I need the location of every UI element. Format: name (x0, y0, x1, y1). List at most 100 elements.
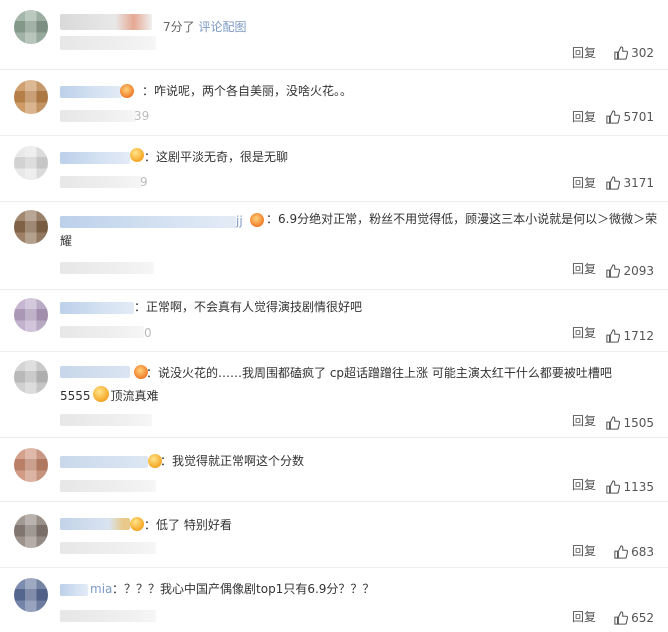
timestamp-blurred (60, 176, 142, 188)
comment-text: ：正常啊，不会真有人觉得演技剧情很好吧 (134, 300, 363, 314)
username-blurred (60, 86, 122, 98)
like-count: 1712 (623, 329, 654, 343)
comment-body: 5555 (60, 389, 91, 403)
comment-item: ：正常啊，不会真有人觉得演技剧情很好吧 0 回复 1712 (0, 290, 668, 352)
timestamp: 7分了 评论配图 (163, 20, 246, 34)
thumbs-up-icon (606, 110, 621, 124)
comment-body: 咋说呢，两个各自美丽，没啥火花。。 (154, 84, 353, 98)
comment-text-blurred (60, 36, 156, 50)
reply-button[interactable]: 回复 (572, 544, 596, 558)
comment-body: 我觉得就正常啊这个分数 (172, 454, 305, 468)
comment-body: 低了 特别好看 (156, 518, 232, 532)
avatar[interactable] (14, 210, 48, 244)
avatar[interactable] (14, 360, 48, 394)
comment-body: 这剧平淡无奇，很是无聊 (156, 150, 289, 164)
like-count: 302 (631, 46, 654, 60)
username-blurred (60, 366, 130, 378)
comment-text: ：我觉得就正常啊这个分数 (160, 454, 305, 468)
reply-button[interactable]: 回复 (572, 110, 596, 124)
avatar[interactable] (14, 10, 48, 44)
like-count: 1505 (623, 416, 654, 430)
comment-item: mia ：？？？我心中国产偶像剧top1只有6.9分？？？ 回复 652 (0, 568, 668, 632)
thumbs-up-icon (606, 480, 621, 494)
reply-button[interactable]: 回复 (572, 610, 596, 624)
comment-item: 7分了 评论配图 回复 302 (0, 0, 668, 70)
timestamp-blurred (60, 414, 152, 426)
username-blurred (60, 456, 148, 468)
like-button[interactable]: 683 (614, 545, 654, 559)
username-blurred (60, 14, 152, 30)
avatar[interactable] (14, 146, 48, 180)
comment-text: ：6.9分绝对正常，粉丝不用觉得低，顾漫这三本小说就是何以＞微微＞荣耀 (60, 212, 658, 248)
thumbs-up-icon (606, 264, 621, 278)
like-button[interactable]: 2093 (606, 264, 654, 278)
like-button[interactable]: 302 (614, 46, 654, 60)
username-blurred (60, 518, 130, 530)
comment-item: ：这剧平淡无奇，很是无聊 9 回复 3171 (0, 136, 668, 202)
badge-icon (130, 148, 144, 162)
comment-body: 顶流真难 (110, 389, 159, 403)
thumbs-up-icon (614, 545, 629, 559)
comment-text: ：低了 特别好看 (144, 518, 232, 532)
comment-image-link[interactable]: 评论配图 (198, 20, 246, 34)
comment-body: 说没火花的……我周围都磕疯了 cp超话蹭蹭往上涨 可能主演太红干什么都要被吐槽吧 (158, 366, 612, 380)
like-count: 652 (631, 611, 654, 625)
avatar[interactable] (14, 578, 48, 612)
timestamp-blurred (60, 610, 156, 622)
reply-button[interactable]: 回复 (572, 414, 596, 428)
like-button[interactable]: 1505 (606, 416, 654, 430)
comment-text-line2: 5555 顶流真难 (60, 385, 654, 407)
timestamp-blurred (60, 480, 156, 492)
timestamp: 0 (144, 326, 152, 340)
badge-icon (130, 517, 144, 531)
avatar[interactable] (14, 514, 48, 548)
timestamp: 39 (134, 109, 150, 123)
like-button[interactable]: 1712 (606, 329, 654, 343)
like-button[interactable]: 5701 (606, 110, 654, 124)
comment-item: ：咋说呢，两个各自美丽，没啥火花。。 39 回复 5701 (0, 70, 668, 136)
comment-body: 正常啊，不会真有人觉得演技剧情很好吧 (146, 300, 363, 314)
timestamp-blurred (60, 262, 154, 274)
thumbs-up-icon (614, 46, 629, 60)
like-count: 2093 (623, 264, 654, 278)
comment-body: ？？？我心中国产偶像剧top1只有6.9分？？？ (124, 582, 375, 596)
comment-text: ：？？？我心中国产偶像剧top1只有6.9分？？？ (112, 582, 375, 596)
avatar[interactable] (14, 448, 48, 482)
username-blurred (60, 584, 88, 596)
reply-button[interactable]: 回复 (572, 478, 596, 492)
timestamp-blurred (60, 542, 156, 554)
comment-text: ：这剧平淡无奇，很是无聊 (144, 150, 289, 164)
like-count: 5701 (623, 110, 654, 124)
username-blurred (60, 302, 134, 314)
comment-item: ：低了 特别好看 回复 683 (0, 502, 668, 568)
like-button[interactable]: 3171 (606, 176, 654, 190)
thumbs-up-icon (606, 329, 621, 343)
avatar[interactable] (14, 80, 48, 114)
like-button[interactable]: 652 (614, 611, 654, 625)
reply-button[interactable]: 回复 (572, 262, 596, 276)
emoji-icon (92, 386, 109, 402)
reply-button[interactable]: 回复 (572, 326, 596, 340)
reply-button[interactable]: 回复 (572, 176, 596, 190)
like-count: 3171 (623, 176, 654, 190)
timestamp: 9 (140, 175, 148, 189)
comment-item: ：我觉得就正常啊这个分数 回复 1135 (0, 438, 668, 502)
avatar[interactable] (14, 298, 48, 332)
like-button[interactable]: 1135 (606, 480, 654, 494)
like-count: 1135 (623, 480, 654, 494)
reply-button[interactable]: 回复 (572, 46, 596, 60)
comment-item: ：说没火花的……我周围都磕疯了 cp超话蹭蹭往上涨 可能主演太红干什么都要被吐槽… (0, 352, 668, 438)
timestamp-blurred (60, 326, 144, 338)
comment-body: 6.9分绝对正常，粉丝不用觉得低，顾漫这三本小说就是何以＞微微＞荣耀 (60, 212, 658, 248)
comment-text: ：咋说呢，两个各自美丽，没啥火花。。 (142, 84, 353, 98)
badge-icon (120, 84, 134, 98)
comment-item: jj ：6.9分绝对正常，粉丝不用觉得低，顾漫这三本小说就是何以＞微微＞荣耀 回… (0, 202, 668, 290)
username-suffix[interactable]: mia (90, 582, 112, 596)
like-count: 683 (631, 545, 654, 559)
thumbs-up-icon (606, 176, 621, 190)
username-blurred (60, 152, 130, 164)
comment-text: ：说没火花的……我周围都磕疯了 cp超话蹭蹭往上涨 可能主演太红干什么都要被吐槽… (146, 366, 612, 380)
timestamp-text: 7分了 (163, 20, 195, 34)
thumbs-up-icon (606, 416, 621, 430)
timestamp-blurred (60, 110, 136, 122)
